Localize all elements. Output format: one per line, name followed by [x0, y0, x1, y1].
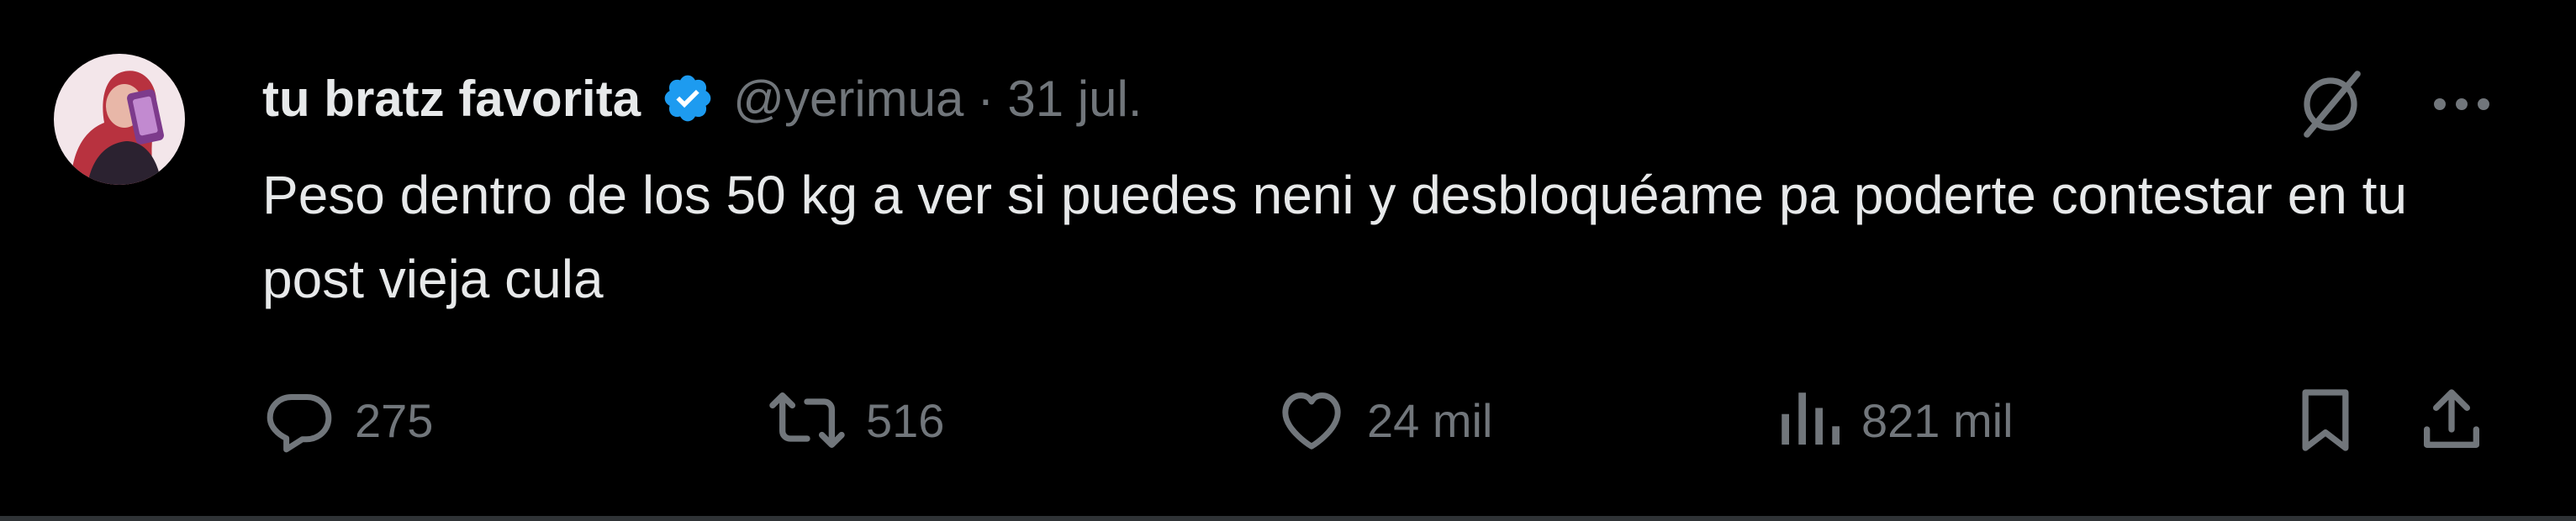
user-handle[interactable]: @yerimua [733, 70, 963, 128]
grok-icon[interactable] [2294, 67, 2367, 141]
views-button[interactable]: 821 mil [1776, 378, 2014, 462]
reply-count: 275 [355, 393, 434, 447]
reply-button[interactable]: 275 [262, 378, 433, 462]
avatar-image [54, 54, 185, 185]
tweet-actions-bar: 275 516 24 mil 821 mil [262, 378, 2499, 462]
tweet-text: Peso dentro de los 50 kg a ver si puedes… [262, 165, 2408, 309]
repost-count: 516 [866, 393, 945, 447]
share-button[interactable] [2415, 378, 2489, 462]
views-icon [1776, 383, 1843, 457]
more-icon[interactable] [2428, 94, 2495, 114]
heart-icon [1275, 383, 1349, 457]
share-icon [2415, 383, 2489, 457]
avatar[interactable] [54, 54, 185, 185]
tweet-card[interactable]: tu bratz favorita @yerimua · 31 jul. Pes [0, 0, 2576, 521]
tweet-header: tu bratz favorita @yerimua · 31 jul. [262, 61, 1142, 136]
tweet-date[interactable]: 31 jul. [1007, 70, 1142, 128]
repost-icon [767, 383, 847, 457]
bookmark-icon [2288, 383, 2362, 457]
like-count: 24 mil [1367, 393, 1493, 447]
display-name[interactable]: tu bratz favorita [262, 70, 641, 128]
repost-button[interactable]: 516 [767, 378, 944, 462]
bookmark-button[interactable] [2288, 378, 2362, 462]
tweet-top-actions [2294, 67, 2495, 141]
reply-icon [262, 383, 336, 457]
like-button[interactable]: 24 mil [1275, 378, 1492, 462]
separator-dot: · [977, 70, 995, 127]
verified-badge-icon[interactable] [661, 71, 715, 125]
views-count: 821 mil [1861, 393, 2014, 447]
